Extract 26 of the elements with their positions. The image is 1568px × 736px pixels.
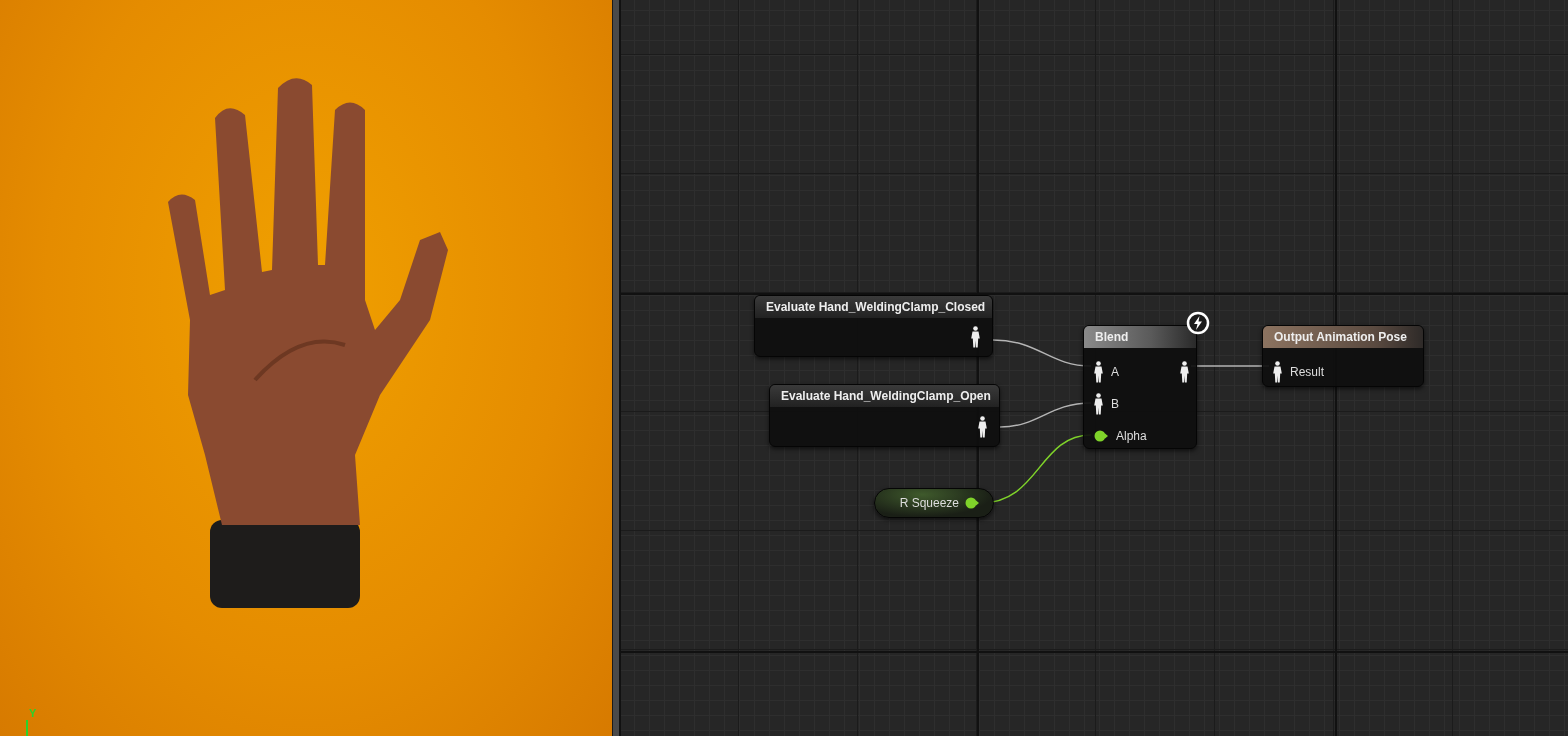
pin-dot-icon xyxy=(1094,430,1108,442)
person-icon xyxy=(1094,393,1103,415)
person-icon xyxy=(1273,360,1282,383)
graph-node[interactable]: Blend A B Alpha xyxy=(1083,325,1197,449)
person-icon xyxy=(978,416,987,438)
node-title: R Squeeze xyxy=(899,496,959,510)
person-icon xyxy=(1094,360,1103,383)
pin-dot-icon xyxy=(965,497,979,509)
pin-label: Alpha xyxy=(1116,429,1147,443)
axis-label: Y xyxy=(29,708,37,718)
person-icon xyxy=(1180,360,1189,383)
graph-node[interactable]: Output Animation Pose Result xyxy=(1262,325,1424,387)
node-title: Evaluate Hand_WeldingClamp_Closed xyxy=(766,300,986,314)
pin-label: B xyxy=(1111,397,1119,411)
node-title: Output Animation Pose xyxy=(1274,330,1407,344)
lightning-icon xyxy=(1186,311,1210,335)
node-title: Blend xyxy=(1095,330,1129,344)
variable-node[interactable]: R Squeeze xyxy=(874,488,994,518)
graph-node[interactable]: Evaluate Hand_WeldingClamp_Closed xyxy=(754,295,993,357)
person-icon xyxy=(971,326,980,348)
pin-label: A xyxy=(1111,364,1119,379)
splitter-bar[interactable] xyxy=(612,0,619,736)
axis-line xyxy=(26,720,28,736)
graph-node[interactable]: Evaluate Hand_WeldingClamp_Open xyxy=(769,384,1000,447)
node-title: Evaluate Hand_WeldingClamp_Open xyxy=(781,389,991,403)
pin-label: Result xyxy=(1290,364,1324,379)
